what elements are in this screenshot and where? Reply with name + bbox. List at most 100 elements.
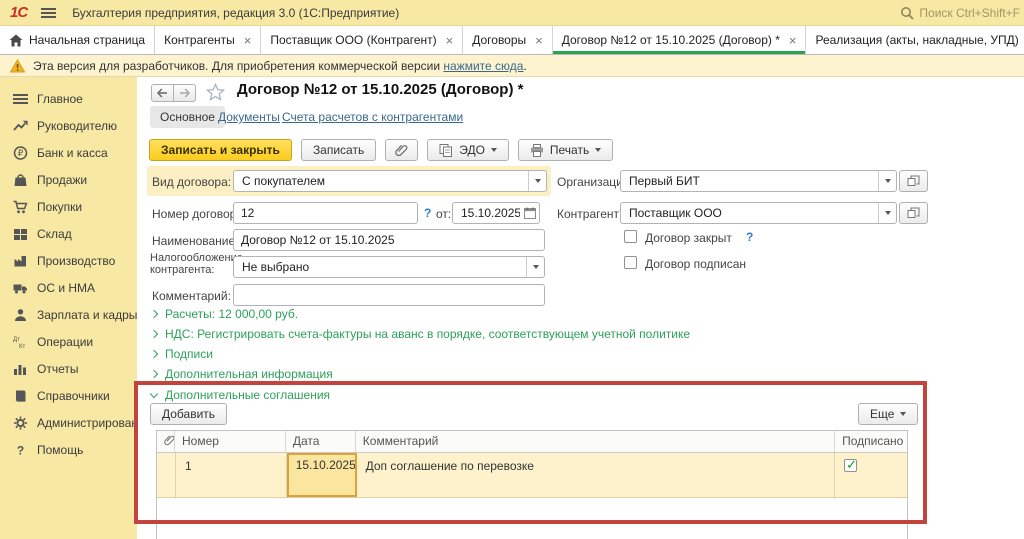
chevron-right-icon: [150, 330, 158, 338]
sidebar-item-otchety[interactable]: Отчеты: [0, 355, 137, 382]
close-icon[interactable]: ×: [446, 33, 454, 48]
sidebar-item-zarplata-i-kadry[interactable]: Зарплата и кадры: [0, 301, 137, 328]
edo-button[interactable]: ЭДО: [427, 139, 509, 161]
dropdown-button[interactable]: [526, 257, 544, 277]
zakryt-help-icon[interactable]: ?: [746, 230, 753, 244]
search-icon: [900, 6, 914, 20]
cart-icon: [13, 200, 28, 214]
close-icon[interactable]: ×: [244, 33, 252, 48]
sidebar-item-os-i-nma[interactable]: ОС и НМА: [0, 274, 137, 301]
date-input[interactable]: 15.10.2025: [452, 202, 540, 224]
podpisano-checkbox[interactable]: [844, 459, 857, 472]
form-tab-scheta-raschetov[interactable]: Счета расчетов с контрагентами: [282, 110, 463, 124]
column-header-podpisano[interactable]: Подписано: [835, 431, 907, 452]
global-search[interactable]: Поиск Ctrl+Shift+F: [898, 0, 1022, 26]
table-header: Номер Дата Комментарий Подписано: [157, 431, 907, 453]
tab-dogovor-12-active[interactable]: Договор №12 от 15.10.2025 (Договор) * ×: [553, 26, 807, 54]
svg-text:?: ?: [17, 443, 24, 457]
tab-home[interactable]: Начальная страница: [0, 26, 155, 54]
sidebar-item-rukovoditelyu[interactable]: Руководителю: [0, 112, 137, 139]
section-podpisi[interactable]: Подписи: [150, 346, 213, 362]
book-icon: [13, 389, 28, 403]
svg-text:Дт: Дт: [13, 337, 20, 343]
tab-realizaciya[interactable]: Реализация (акты, накладные, УПД) ×: [806, 26, 1024, 54]
column-header-attachment[interactable]: [157, 431, 175, 452]
section-dop-soglasheniya[interactable]: Дополнительные соглашения: [150, 387, 330, 403]
chevron-down-icon: [150, 389, 158, 397]
form-tab-osnovnoe[interactable]: Основное: [150, 106, 225, 128]
buy-version-link[interactable]: нажмите сюда: [443, 59, 523, 73]
nomer-dogovora-input[interactable]: [233, 202, 418, 224]
close-icon[interactable]: ×: [789, 33, 797, 48]
forward-button[interactable]: [173, 84, 196, 102]
save-button[interactable]: Записать: [301, 139, 376, 161]
cell-nomer[interactable]: 1: [176, 453, 287, 497]
column-header-kommentariy[interactable]: Комментарий: [356, 431, 835, 452]
column-header-nomer[interactable]: Номер: [175, 431, 286, 452]
sidebar-item-pokupki[interactable]: Покупки: [0, 193, 137, 220]
tab-kontragenty[interactable]: Контрагенты ×: [155, 26, 261, 54]
chevron-right-icon: [150, 350, 158, 358]
tab-dogovory[interactable]: Договоры ×: [463, 26, 553, 54]
paperclip-icon: [395, 143, 408, 157]
tab-postavshchik[interactable]: Поставщик ООО (Контрагент) ×: [261, 26, 463, 54]
field-label-nalogooblozhenie: Налогообложение контрагента:: [150, 252, 236, 276]
dogovor-podpisan-label: Договор подписан: [645, 257, 746, 271]
arrow-right-icon: [179, 88, 190, 98]
field-label-kontragent: Контрагент:: [557, 207, 622, 221]
sidebar-item-prodazhi[interactable]: Продажи: [0, 166, 137, 193]
person-icon: [13, 308, 28, 322]
nomer-help-icon[interactable]: ?: [424, 206, 431, 220]
open-link-icon: [907, 207, 920, 219]
open-kontragent-button[interactable]: [899, 202, 928, 224]
application-window: 1С Бухгалтерия предприятия, редакция 3.0…: [0, 0, 1024, 539]
dropdown-button[interactable]: [528, 171, 546, 191]
section-nds[interactable]: НДС: Регистрировать счета-фактуры на ава…: [150, 326, 690, 342]
cell-data-selected[interactable]: 15.10.2025: [287, 453, 357, 497]
form-tab-dokumenty[interactable]: Документы: [218, 110, 280, 124]
cell-attachment[interactable]: [157, 453, 176, 497]
column-header-data[interactable]: Дата: [286, 431, 356, 452]
chevron-down-icon: [595, 148, 601, 152]
gear-icon: [13, 416, 28, 430]
sidebar-item-pomoshch[interactable]: ? Помощь: [0, 436, 137, 463]
table-row[interactable]: 1 15.10.2025 Доп соглашение по перевозке: [157, 453, 907, 498]
more-button[interactable]: Еще: [858, 403, 918, 425]
window-title: Бухгалтерия предприятия, редакция 3.0 (1…: [72, 6, 399, 20]
sidebar-item-spravochniki[interactable]: Справочники: [0, 382, 137, 409]
sidebar-item-administrirovanie[interactable]: Администрирование: [0, 409, 137, 436]
close-icon[interactable]: ×: [535, 33, 543, 48]
chevron-down-icon: [491, 148, 497, 152]
sidebar-item-glavnoe[interactable]: Главное: [0, 85, 137, 112]
print-button[interactable]: Печать: [518, 139, 613, 161]
sidebar-item-operacii[interactable]: ДтКт Операции: [0, 328, 137, 355]
dropdown-button[interactable]: [878, 171, 896, 191]
field-label-ot: от:: [436, 207, 451, 221]
sidebar-item-sklad[interactable]: Склад: [0, 220, 137, 247]
kommentariy-input[interactable]: [233, 284, 545, 306]
add-agreement-button[interactable]: Добавить: [150, 403, 227, 425]
section-dop-informaciya[interactable]: Дополнительная информация: [150, 366, 333, 382]
attachments-button[interactable]: [385, 139, 418, 161]
organizaciya-select[interactable]: Первый БИТ: [620, 170, 897, 192]
sidebar-item-proizvodstvo[interactable]: Производство: [0, 247, 137, 274]
dropdown-button[interactable]: [878, 203, 896, 223]
sidebar-item-bank-i-kassa[interactable]: ₽ Банк и касса: [0, 139, 137, 166]
field-label-kommentariy: Комментарий:: [152, 289, 231, 303]
dogovor-zakryt-checkbox[interactable]: [624, 230, 637, 243]
title-bar: 1С Бухгалтерия предприятия, редакция 3.0…: [0, 0, 1024, 26]
kontragent-select[interactable]: Поставщик ООО: [620, 202, 897, 224]
open-organizaciya-button[interactable]: [899, 170, 928, 192]
section-raschety[interactable]: Расчеты: 12 000,00 руб.: [150, 306, 298, 322]
nalogooblozhenie-select[interactable]: Не выбрано: [233, 256, 545, 278]
naimenovanie-input[interactable]: [233, 229, 545, 251]
vid-dogovora-select[interactable]: С покупателем: [233, 170, 547, 192]
cell-podpisano[interactable]: [835, 453, 907, 497]
main-menu-icon[interactable]: [41, 6, 56, 20]
back-button[interactable]: [151, 84, 174, 102]
calendar-button[interactable]: [520, 203, 539, 223]
cell-kommentariy[interactable]: Доп соглашение по перевозке: [357, 453, 836, 497]
dogovor-podpisan-checkbox[interactable]: [624, 256, 637, 269]
favorite-star-icon[interactable]: [206, 83, 225, 106]
save-and-close-button[interactable]: Записать и закрыть: [149, 139, 292, 161]
